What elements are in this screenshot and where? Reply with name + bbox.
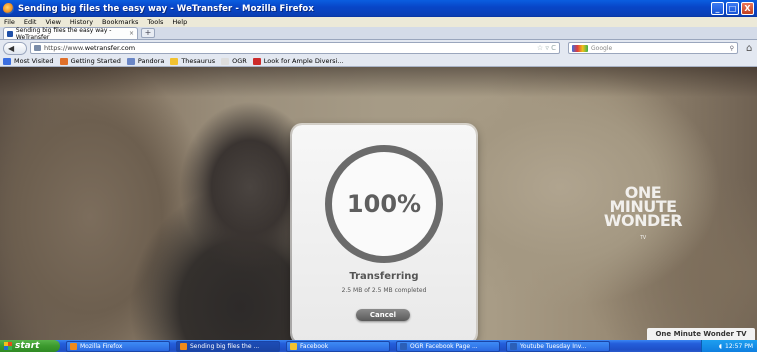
bookmark-ample-diversity[interactable]: Look for Ample Diversi... bbox=[252, 57, 344, 65]
tab-close-icon[interactable]: × bbox=[129, 30, 134, 37]
word-icon bbox=[510, 342, 517, 350]
lock-icon bbox=[34, 45, 41, 51]
menu-tools[interactable]: Tools bbox=[147, 18, 163, 26]
menu-file[interactable]: File bbox=[4, 18, 15, 26]
close-window-button[interactable]: X bbox=[741, 2, 754, 15]
new-tab-button[interactable]: + bbox=[141, 28, 155, 38]
one-minute-wonder-tv-tab[interactable]: One Minute Wonder TV bbox=[647, 328, 755, 340]
bookmark-pandora[interactable]: Pandora bbox=[126, 57, 164, 65]
search-bar[interactable]: Google ⚲ bbox=[568, 42, 738, 54]
maximize-button[interactable]: □ bbox=[726, 2, 739, 15]
bookmark-ogr[interactable]: OGR bbox=[221, 57, 247, 65]
folder-icon bbox=[290, 342, 297, 350]
url-bar[interactable]: https://www.wetransfer.com ☆ ▿ C bbox=[30, 42, 560, 54]
menu-help[interactable]: Help bbox=[172, 18, 187, 26]
page-background: 100% Transferring 2.5 MB of 2.5 MB compl… bbox=[0, 67, 757, 340]
clock: 12:57 PM bbox=[725, 342, 753, 350]
transfer-detail: 2.5 MB of 2.5 MB completed bbox=[341, 287, 427, 294]
system-tray: ◖ 12:57 PM bbox=[701, 340, 757, 352]
tab-wetransfer[interactable]: Sending big files the easy way - WeTrans… bbox=[3, 26, 138, 41]
cancel-button[interactable]: Cancel bbox=[356, 309, 410, 321]
back-button[interactable]: ◀ bbox=[3, 41, 27, 55]
minimize-button[interactable]: _ bbox=[711, 2, 724, 15]
menu-bar: File Edit View History Bookmarks Tools H… bbox=[0, 17, 757, 27]
menu-bookmarks[interactable]: Bookmarks bbox=[102, 18, 138, 26]
taskbar-item[interactable]: Sending big files the ... bbox=[176, 340, 280, 352]
tab-label: Sending big files the easy way - WeTrans… bbox=[15, 26, 112, 41]
title-bar: Sending big files the easy way - WeTrans… bbox=[0, 0, 757, 17]
word-icon bbox=[400, 342, 407, 350]
taskbar-item[interactable]: Facebook bbox=[286, 340, 390, 352]
speaker-icon[interactable]: ◖ bbox=[719, 343, 722, 350]
menu-view[interactable]: View bbox=[45, 18, 60, 26]
taskbar: start Mozilla Firefox Sending big files … bbox=[0, 340, 757, 352]
taskbar-item[interactable]: Youtube Tuesday Inv... bbox=[506, 340, 610, 352]
search-icon[interactable]: ⚲ bbox=[730, 45, 737, 52]
navigation-bar: ◀ https://www.wetransfer.com ☆ ▿ C Googl… bbox=[0, 40, 757, 56]
firefox-icon bbox=[3, 3, 14, 14]
bookmarks-toolbar: Most Visited Getting Started Pandora The… bbox=[0, 56, 757, 67]
tab-strip: Sending big files the easy way - WeTrans… bbox=[0, 26, 757, 41]
bookmark-thesaurus[interactable]: Thesaurus bbox=[170, 57, 215, 65]
menu-history[interactable]: History bbox=[70, 18, 93, 26]
progress-percent: 100% bbox=[346, 190, 422, 218]
taskbar-item[interactable]: OGR Facebook Page ... bbox=[396, 340, 500, 352]
transfer-status: Transferring bbox=[349, 271, 419, 282]
url-text: https://www.wetransfer.com bbox=[44, 44, 136, 52]
one-minute-wonder-logo: ONE MINUTE WONDER TV bbox=[603, 183, 683, 242]
window-controls: _ □ X bbox=[711, 2, 754, 15]
bookmark-star-icon[interactable]: ☆ ▿ C bbox=[537, 44, 559, 52]
taskbar-item[interactable]: Mozilla Firefox bbox=[66, 340, 170, 352]
firefox-icon bbox=[180, 342, 187, 350]
transfer-dialog: 100% Transferring 2.5 MB of 2.5 MB compl… bbox=[292, 125, 476, 340]
window-title: Sending big files the easy way - WeTrans… bbox=[18, 3, 314, 14]
firefox-icon bbox=[70, 342, 77, 350]
bookmark-most-visited[interactable]: Most Visited bbox=[3, 57, 54, 65]
progress-ring: 100% bbox=[325, 145, 443, 263]
menu-edit[interactable]: Edit bbox=[24, 18, 37, 26]
windows-logo-icon bbox=[4, 342, 12, 350]
start-button[interactable]: start bbox=[0, 340, 60, 352]
google-icon bbox=[572, 44, 588, 52]
bookmark-getting-started[interactable]: Getting Started bbox=[59, 57, 121, 65]
search-placeholder: Google bbox=[591, 44, 613, 52]
home-icon[interactable]: ⌂ bbox=[746, 43, 752, 54]
wetransfer-favicon-icon bbox=[7, 30, 13, 37]
